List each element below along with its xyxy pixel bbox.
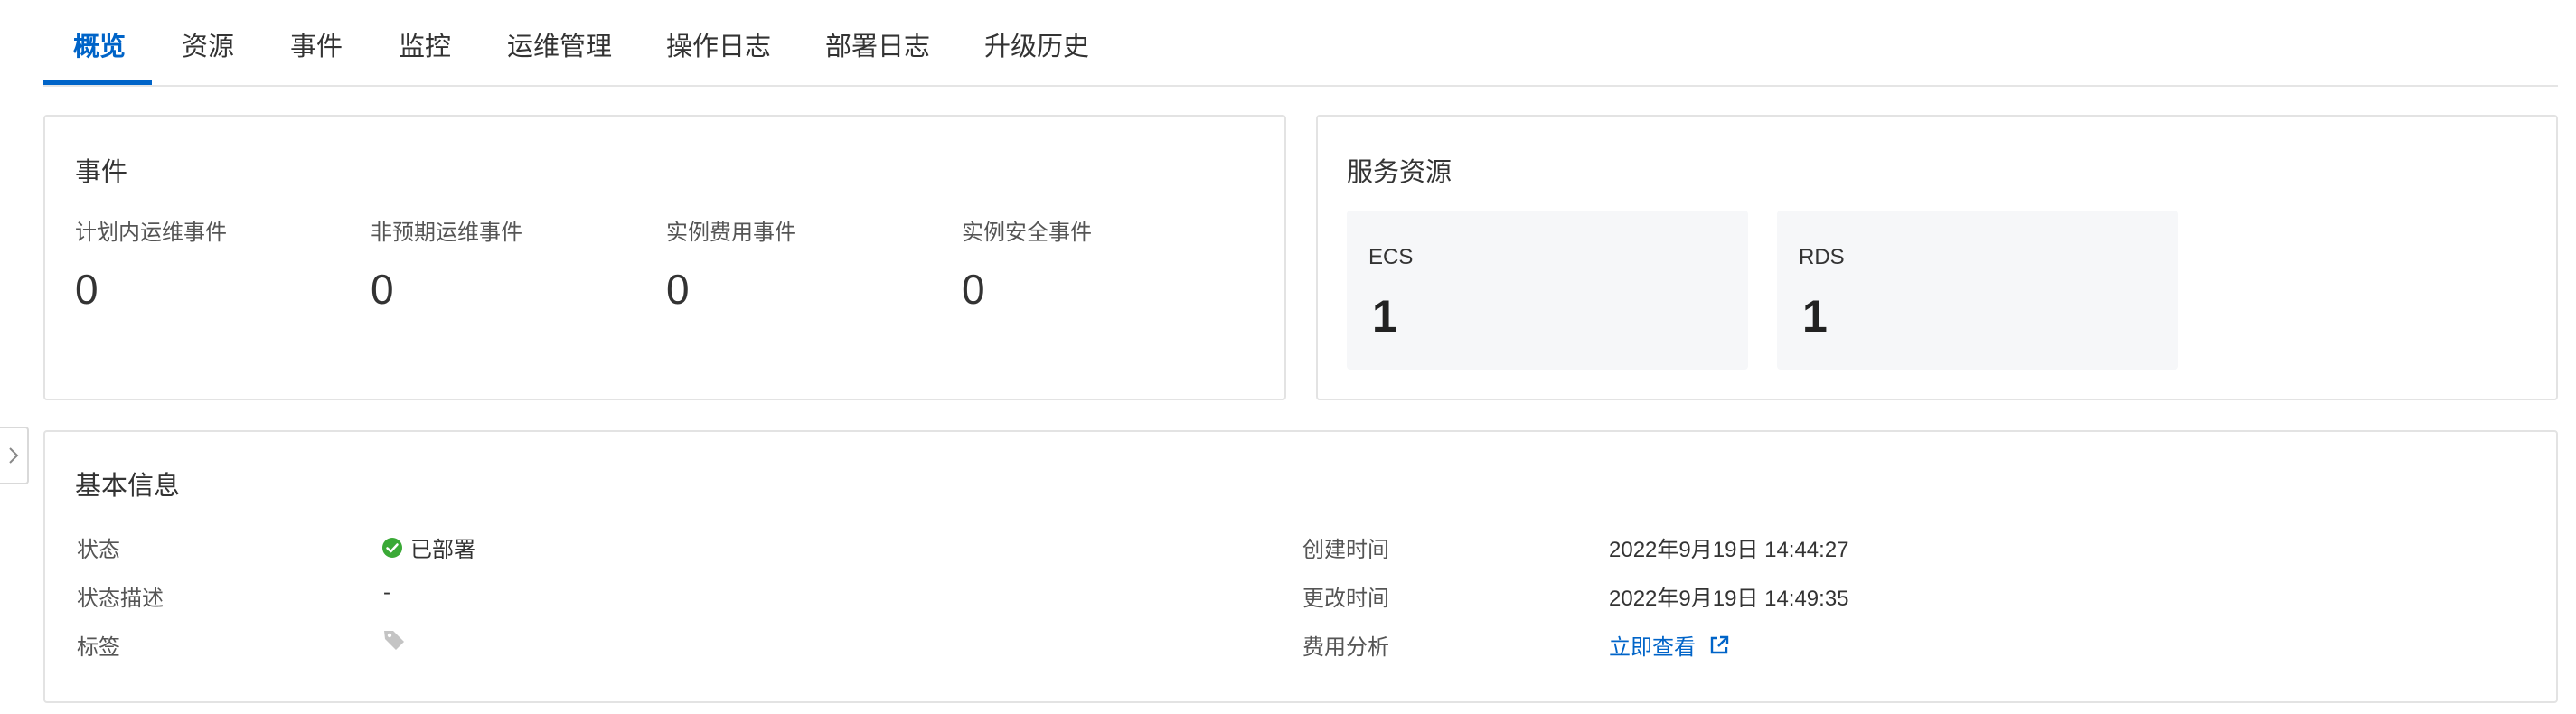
event-value: 0 — [666, 266, 690, 313]
service-resources-card: 服务资源 ECS 1 RDS 1 — [1316, 115, 2558, 400]
tab-upgrade-history[interactable]: 升级历史 — [984, 25, 1089, 63]
tab-events[interactable]: 事件 — [290, 25, 343, 63]
chevron-right-icon — [9, 447, 19, 464]
status-value: 已部署 — [410, 538, 475, 562]
tab-operation-logs[interactable]: 操作日志 — [666, 25, 771, 63]
modified-time-value: 2022年9月19日 14:49:35 — [1609, 587, 1849, 611]
event-value: 0 — [75, 266, 99, 313]
external-link-icon — [1710, 635, 1729, 653]
sidebar-expand-button[interactable] — [0, 427, 29, 484]
service-count: 1 — [1802, 291, 1828, 342]
service-name: ECS — [1368, 245, 1414, 269]
tab-overview[interactable]: 概览 — [73, 25, 126, 63]
modified-time-label: 更改时间 — [1302, 587, 1389, 611]
service-count: 1 — [1372, 291, 1397, 342]
active-tab-indicator — [43, 80, 152, 85]
status-description-label: 状态描述 — [77, 587, 164, 611]
event-label: 实例安全事件 — [962, 221, 1092, 245]
event-value: 0 — [962, 266, 985, 313]
tab-monitoring[interactable]: 监控 — [399, 25, 451, 63]
cost-analysis-label: 费用分析 — [1302, 635, 1389, 660]
service-box-ecs[interactable]: ECS 1 — [1347, 211, 1748, 370]
events-card: 事件 计划内运维事件 0 非预期运维事件 0 实例费用事件 0 实例安全事件 0 — [43, 115, 1286, 400]
status-value-wrap: 已部署 — [381, 531, 475, 563]
created-time-value: 2022年9月19日 14:44:27 — [1609, 538, 1849, 562]
view-cost-link-label: 立即查看 — [1609, 635, 1696, 660]
event-value: 0 — [371, 266, 394, 313]
tab-deployment-logs[interactable]: 部署日志 — [825, 25, 930, 63]
service-box-rds[interactable]: RDS 1 — [1777, 211, 2178, 370]
event-label: 实例费用事件 — [666, 221, 796, 245]
tag-icon — [384, 631, 404, 650]
status-description-value: - — [383, 580, 390, 605]
events-card-title: 事件 — [75, 158, 128, 187]
tab-resources[interactable]: 资源 — [182, 25, 234, 63]
service-name: RDS — [1799, 245, 1845, 269]
event-label: 非预期运维事件 — [371, 221, 522, 245]
event-label: 计划内运维事件 — [75, 221, 227, 245]
service-resources-title: 服务资源 — [1347, 158, 1453, 187]
tab-ops-management[interactable]: 运维管理 — [507, 25, 612, 63]
status-label: 状态 — [77, 538, 120, 562]
tags-label: 标签 — [77, 635, 120, 660]
tag-icon-button[interactable] — [381, 627, 407, 657]
basic-info-title: 基本信息 — [75, 472, 181, 501]
view-cost-link[interactable]: 立即查看 — [1609, 629, 1730, 661]
check-circle-icon — [382, 537, 402, 558]
tab-bar: 概览 资源 事件 监控 运维管理 操作日志 部署日志 升级历史 — [43, 0, 2558, 87]
basic-info-card: 基本信息 状态 已部署 状态描述 - 标签 创建时间 2022年9月19日 14… — [43, 430, 2558, 703]
created-time-label: 创建时间 — [1302, 538, 1389, 562]
